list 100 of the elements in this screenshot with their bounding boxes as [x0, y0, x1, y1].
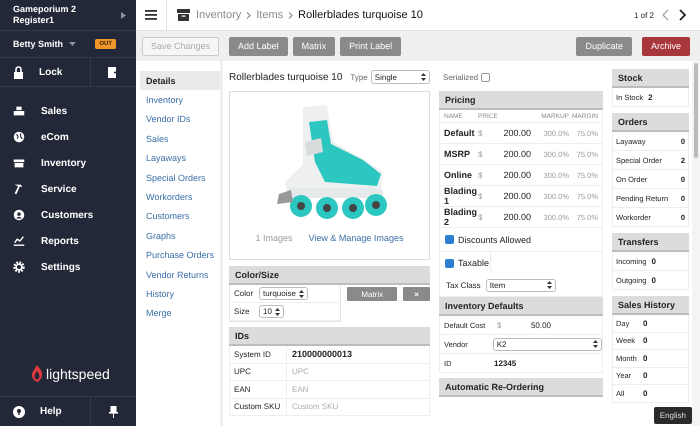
price-value[interactable]: 200.00: [488, 212, 531, 222]
type-label: Type: [350, 72, 368, 82]
flame-icon: [31, 365, 43, 382]
sidebar-item[interactable]: Reports: [0, 228, 136, 254]
type-select[interactable]: Single: [370, 70, 430, 84]
cost-field[interactable]: $ 50.00: [494, 320, 554, 330]
input-field[interactable]: EAN: [287, 381, 430, 398]
tab[interactable]: Special Orders: [140, 168, 220, 188]
section-header: Transfers: [612, 233, 689, 252]
select-field[interactable]: turquoise: [259, 287, 308, 300]
section-header: Stock: [612, 69, 689, 88]
chevron-icon: [246, 12, 252, 18]
stat-value: 0: [643, 388, 648, 398]
price-name: MSRP: [444, 149, 472, 159]
chevron-icon: [288, 12, 294, 18]
help-button[interactable]: Help: [0, 397, 91, 426]
image-count: 1 Images: [256, 233, 293, 243]
tab[interactable]: Vendor IDs: [140, 110, 220, 130]
tab[interactable]: Purchase Orders: [140, 246, 220, 265]
currency-sign: $: [478, 170, 484, 180]
lock-button[interactable]: Lock: [0, 58, 91, 86]
checkbox[interactable]: [445, 258, 454, 268]
updown-icon: [274, 308, 280, 316]
currency-sign: $: [478, 150, 484, 158]
updown-icon: [546, 281, 552, 289]
price-value[interactable]: 200.00: [488, 128, 531, 138]
scrollbar[interactable]: [692, 61, 700, 426]
tab[interactable]: Layaways: [140, 148, 220, 168]
currency-sign: $: [478, 212, 484, 222]
globe-icon: [12, 130, 26, 144]
field-label: Tax Class: [446, 280, 481, 290]
manage-images-link[interactable]: View & Manage Images: [308, 233, 404, 243]
language-button[interactable]: English: [654, 407, 692, 424]
tab[interactable]: Details: [140, 71, 220, 90]
logo-text: lightspeed: [46, 366, 110, 382]
sidebar-item[interactable]: eCom: [0, 124, 136, 150]
price-name: Blading 1: [444, 186, 478, 206]
checkbox-label: Taxable: [458, 258, 490, 268]
sidebar-item[interactable]: Customers: [0, 202, 136, 228]
tab[interactable]: Customers: [140, 206, 220, 226]
select-field[interactable]: K2: [492, 338, 602, 350]
select-field[interactable]: Item: [486, 278, 556, 292]
stat-value: 0: [643, 354, 648, 363]
section-header: Pricing: [439, 91, 603, 110]
box-icon: [177, 9, 190, 21]
select-field[interactable]: 10: [259, 305, 284, 318]
person-icon: [12, 208, 26, 222]
price-value[interactable]: 200.00: [488, 191, 531, 201]
price-name: Blading 2: [444, 207, 478, 227]
input-field[interactable]: UPC: [287, 364, 430, 381]
chevron-icon: [121, 12, 126, 18]
user-menu[interactable]: Betty Smith: [13, 39, 76, 49]
tab[interactable]: History: [140, 284, 220, 304]
currency-sign: $: [478, 128, 484, 138]
field-label: Color: [234, 289, 254, 298]
chart-icon: [12, 234, 26, 248]
item-title: Rollerblades turquoise 10: [229, 72, 342, 82]
tab[interactable]: Vendor Returns: [140, 264, 220, 284]
price-name: Default: [444, 128, 476, 138]
updown-icon: [421, 73, 426, 81]
field-value: 12345: [494, 358, 516, 368]
input-field[interactable]: Custom SKU: [287, 398, 430, 416]
tab[interactable]: Inventory: [140, 90, 220, 110]
sidebar-item[interactable]: Inventory: [0, 150, 136, 176]
lock-icon: [13, 66, 24, 78]
sidebar-item[interactable]: Sales: [0, 98, 136, 124]
previous-icon[interactable]: [662, 9, 669, 21]
help-icon: [13, 406, 25, 418]
sidebar-item[interactable]: Settings: [0, 254, 136, 280]
store-name: Gameporium 2: [13, 4, 78, 15]
pin-icon: [109, 406, 118, 418]
register-name: Register1: [13, 15, 56, 26]
updown-icon: [298, 290, 304, 298]
checkbox[interactable]: [481, 72, 490, 82]
checkbox-label: Discounts Allowed: [458, 234, 532, 244]
pager-text: 1 of 2: [634, 10, 654, 20]
tab[interactable]: Sales: [140, 129, 220, 149]
register-icon: [12, 104, 26, 118]
checkbox[interactable]: [445, 235, 454, 244]
breadcrumb-link[interactable]: Inventory: [196, 9, 242, 21]
caret-icon: [69, 42, 76, 46]
section-header: Color/Size: [229, 266, 430, 285]
next-icon[interactable]: [679, 9, 686, 21]
tab[interactable]: Merge: [140, 304, 220, 324]
field-label: System ID: [229, 346, 287, 364]
price-name: Online: [444, 170, 474, 180]
price-value[interactable]: 200.00: [488, 149, 531, 159]
breadcrumb-link[interactable]: Items: [256, 9, 284, 21]
stat-value: 0: [651, 256, 656, 266]
price-value[interactable]: 200.00: [488, 170, 531, 180]
toolbar-button[interactable]: Archive: [642, 36, 690, 56]
tab[interactable]: Graphs: [140, 226, 220, 246]
section-header: Inventory Defaults: [439, 297, 603, 316]
page-title: Rollerblades turquoise 10: [298, 9, 423, 21]
stat-value: 0: [643, 371, 648, 380]
tab[interactable]: Workorders: [140, 187, 220, 207]
section-header: IDs: [229, 327, 430, 346]
field-label: Size: [234, 307, 251, 316]
sidebar-item[interactable]: Service: [0, 176, 136, 202]
section-header: Automatic Re-Ordering: [439, 378, 603, 397]
